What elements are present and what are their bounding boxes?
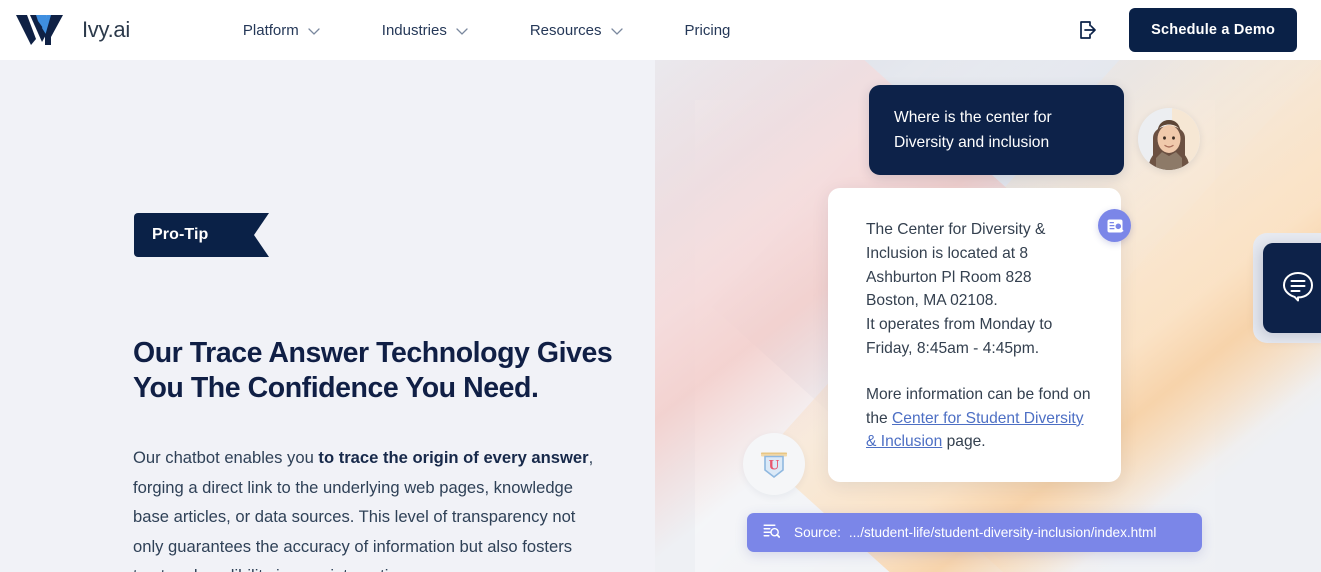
- page-content: Pro-Tip Our Trace Answer Technology Give…: [0, 60, 1321, 572]
- document-search-icon[interactable]: [1098, 209, 1131, 242]
- university-shield-u-icon: U: [743, 433, 805, 495]
- nav-item-platform[interactable]: Platform: [243, 14, 320, 47]
- nav-item-label: Resources: [529, 21, 602, 39]
- body-emphasis: to trace the origin of every answer: [318, 448, 589, 467]
- nav-item-pricing[interactable]: Pricing: [685, 14, 731, 47]
- main-navigation: Platform Industries Resources Pricing: [243, 14, 730, 47]
- nav-item-label: Platform: [242, 21, 299, 39]
- brand-name: Ivy.ai: [82, 17, 130, 42]
- nav-item-label: Pricing: [684, 21, 731, 39]
- nav-item-industries[interactable]: Industries: [382, 14, 468, 47]
- pro-tip-label: Pro-Tip: [152, 226, 209, 243]
- nav-item-resources[interactable]: Resources: [530, 14, 623, 47]
- source-citation-bar[interactable]: Source: .../student-life/student-diversi…: [747, 513, 1202, 552]
- page-title: Our Trace Answer Technology Gives You Th…: [133, 337, 613, 404]
- chat-bubble-lines-icon: [1281, 269, 1315, 308]
- bot-answer-line: Ashburton Pl Room 828: [866, 268, 1032, 286]
- chevron-down-icon: [610, 27, 623, 35]
- site-header: Ivy.ai Platform Industries Resources Pri…: [0, 0, 1321, 60]
- chevron-down-icon: [308, 27, 320, 35]
- pro-tip-badge: Pro-Tip: [134, 213, 269, 257]
- nav-item-label: Industries: [381, 21, 447, 39]
- chat-message-user: Where is the center for Diversity and in…: [869, 85, 1124, 175]
- header-actions: Schedule a Demo: [1075, 0, 1297, 60]
- chevron-down-icon: [456, 27, 468, 35]
- bot-answer-line: Boston, MA 02108.: [866, 292, 998, 310]
- body-prefix: Our chatbot enables you: [133, 448, 319, 467]
- source-path: .../student-life/student-diversity-inclu…: [848, 525, 1157, 540]
- bot-answer-line: Friday, 8:45am - 4:45pm.: [866, 339, 1040, 357]
- svg-text:U: U: [769, 458, 780, 474]
- chat-message-bot: The Center for Diversity & Inclusion is …: [828, 188, 1121, 483]
- chat-demo-pane: Where is the center for Diversity and in…: [655, 60, 1321, 572]
- page-root: Ivy.ai Platform Industries Resources Pri…: [0, 0, 1321, 572]
- chat-widget-launcher[interactable]: [1263, 243, 1321, 333]
- user-photo-avatar: [1138, 108, 1200, 170]
- bot-answer-line: It operates from Monday to: [866, 316, 1053, 334]
- left-content-pane: Pro-Tip Our Trace Answer Technology Give…: [0, 60, 655, 572]
- bot-answer-line: Inclusion is located at 8: [866, 244, 1029, 262]
- bot-answer-more: More information can be fond on the Cent…: [866, 383, 1091, 454]
- document-search-icon: [763, 523, 781, 542]
- bot-answer-line: The Center for Diversity &: [866, 221, 1046, 238]
- body-paragraph: Our chatbot enables you to trace the ori…: [133, 443, 605, 572]
- source-label: Source:: [794, 525, 841, 540]
- ivy-w-logo-icon: [14, 12, 72, 48]
- login-arrow-icon[interactable]: [1075, 17, 1101, 43]
- brand-logo-link[interactable]: Ivy.ai: [14, 12, 130, 48]
- schedule-demo-button[interactable]: Schedule a Demo: [1129, 8, 1297, 52]
- bot-answer-more-suffix: page.: [942, 433, 986, 451]
